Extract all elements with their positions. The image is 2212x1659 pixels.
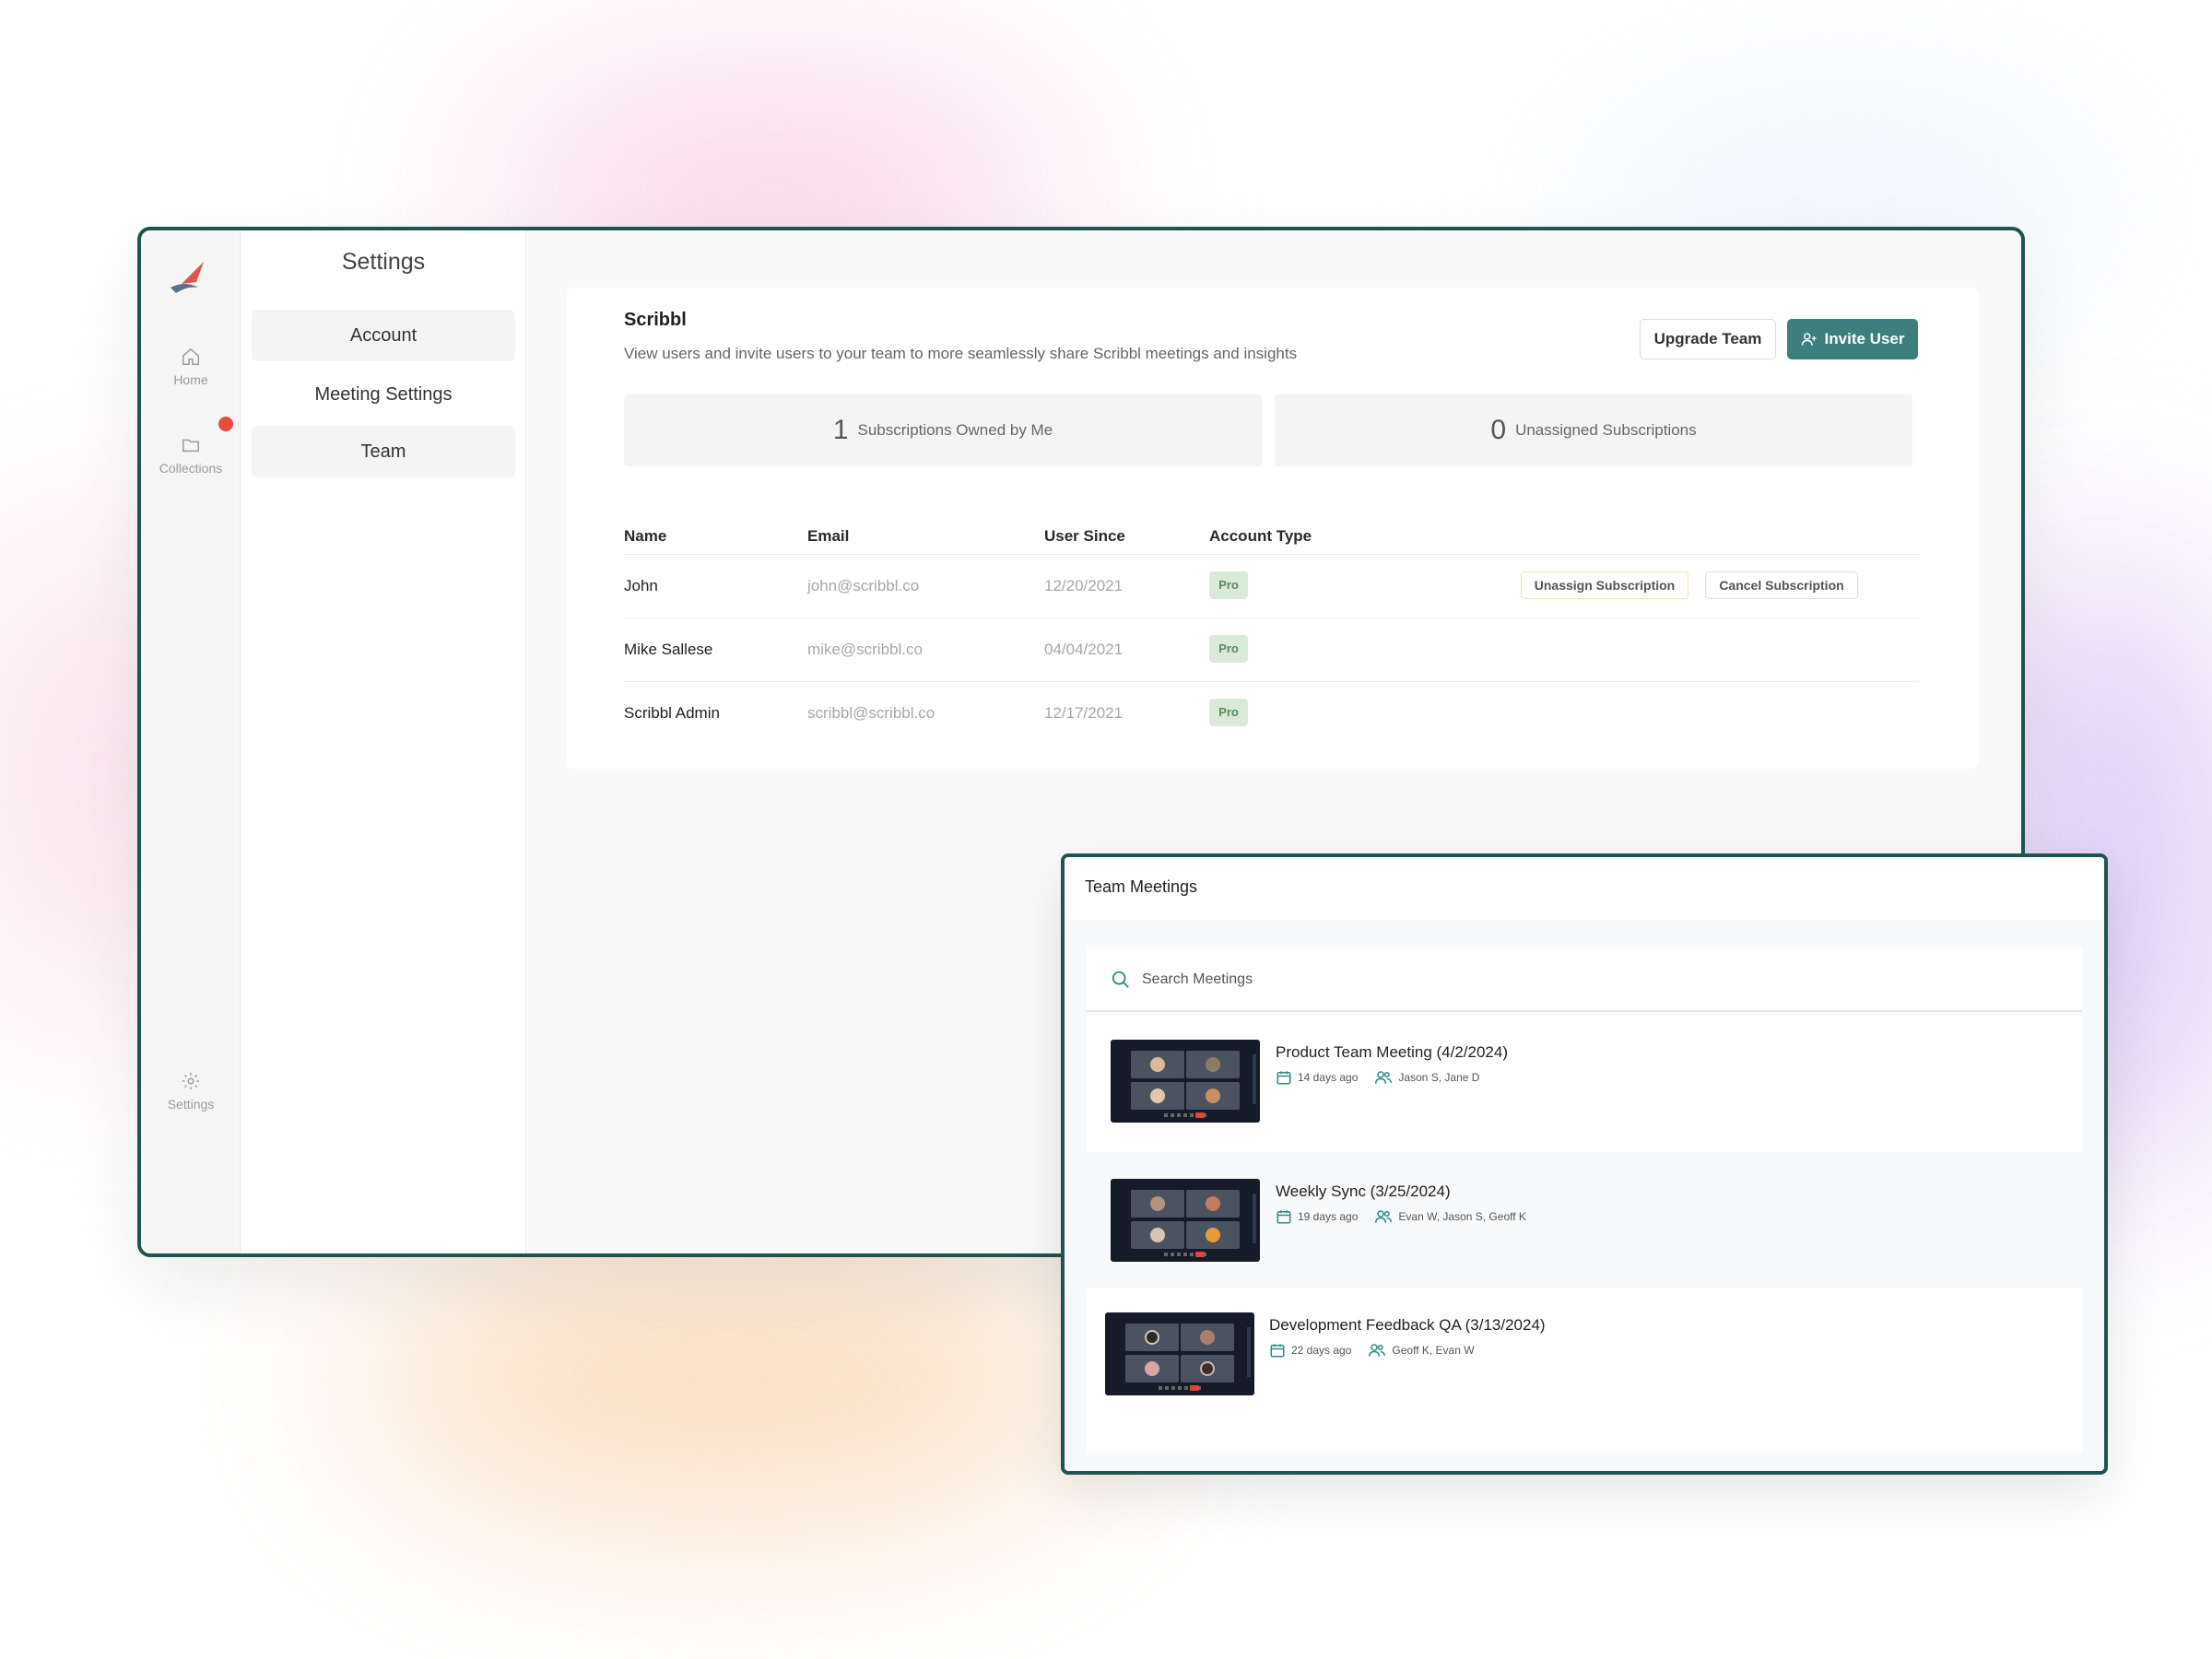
users-icon: [1369, 1344, 1386, 1357]
user-since: 04/04/2021: [1044, 641, 1124, 658]
invite-user-button[interactable]: Invite User: [1787, 319, 1918, 359]
meeting-meta: 14 days ago Jason S, Jane D: [1276, 1069, 1479, 1086]
stat-owned-subscriptions: 1 Subscriptions Owned by Me: [624, 394, 1262, 466]
stat-unassigned-subscriptions: 0 Unassigned Subscriptions: [1275, 394, 1912, 466]
table-row: Scribbl Admin scribbl@scribbl.co 12/17/2…: [624, 682, 1920, 746]
team-title: Scribbl: [624, 310, 687, 330]
add-user-icon: [1801, 333, 1817, 346]
account-type-badge: Pro: [1209, 635, 1248, 663]
settings-nav-account[interactable]: Account: [252, 310, 515, 361]
meeting-age: 19 days ago: [1298, 1210, 1359, 1223]
meeting-title: Product Team Meeting (4/2/2024): [1276, 1043, 1508, 1061]
upgrade-team-button[interactable]: Upgrade Team: [1640, 319, 1776, 359]
meeting-meta: 19 days ago Evan W, Jason S, Geoff K: [1276, 1208, 1526, 1225]
search-meetings-input[interactable]: [1142, 964, 1695, 995]
meeting-title: Weekly Sync (3/25/2024): [1276, 1182, 1451, 1200]
team-card: Scribbl View users and invite users to y…: [567, 288, 1979, 769]
settings-nav-meeting-settings[interactable]: Meeting Settings: [252, 369, 515, 420]
search-icon: [1112, 971, 1129, 988]
account-type-badge: Pro: [1209, 699, 1248, 726]
meeting-thumbnail: [1111, 1040, 1260, 1123]
list-item[interactable]: Development Feedback QA (3/13/2024) 22 d…: [1087, 1288, 2082, 1453]
account-type-badge: Pro: [1209, 571, 1248, 599]
meeting-thumbnail: [1111, 1179, 1260, 1262]
column-account-type: Account Type: [1209, 527, 1312, 545]
user-email: john@scribbl.co: [807, 577, 920, 594]
users-icon: [1375, 1210, 1393, 1223]
meeting-participants: Geoff K, Evan W: [1392, 1344, 1475, 1357]
settings-title: Settings: [341, 249, 426, 275]
column-email: Email: [807, 527, 850, 545]
team-meetings-title: Team Meetings: [1085, 877, 1198, 896]
user-name: John: [624, 577, 658, 594]
team-meetings-header: Team Meetings: [1065, 857, 2104, 920]
users-icon: [1375, 1071, 1393, 1084]
meeting-title: Development Feedback QA (3/13/2024): [1269, 1316, 1546, 1334]
settings-nav-team[interactable]: Team: [252, 426, 515, 477]
rail-item-settings[interactable]: Settings: [141, 1071, 241, 1112]
user-since: 12/17/2021: [1044, 704, 1124, 722]
meeting-participants: Jason S, Jane D: [1398, 1071, 1480, 1084]
list-item[interactable]: Weekly Sync (3/25/2024) 19 days ago Evan…: [1087, 1155, 2082, 1291]
column-name: Name: [624, 527, 667, 545]
scribbl-logo: [171, 262, 204, 293]
meeting-thumbnail: [1105, 1312, 1254, 1395]
home-icon: [182, 347, 199, 365]
gear-icon: [182, 1072, 200, 1090]
app-rail: Home Collections Settings: [141, 230, 241, 1253]
upgrade-team-label: Upgrade Team: [1653, 330, 1762, 347]
notification-dot: [218, 417, 233, 431]
stat-unassigned-label: Unassigned Subscriptions: [1515, 421, 1697, 439]
table-row: John john@scribbl.co 12/20/2021 Pro Unas…: [624, 555, 1920, 618]
user-since: 12/20/2021: [1044, 577, 1124, 594]
table-row: Mike Sallese mike@scribbl.co 04/04/2021 …: [624, 618, 1920, 682]
rail-item-home[interactable]: Home: [141, 347, 241, 387]
settings-nav: Settings Account Meeting Settings Team: [241, 230, 526, 1253]
meeting-age: 22 days ago: [1291, 1344, 1352, 1357]
calendar-icon: [1277, 1071, 1291, 1085]
rail-label-settings: Settings: [167, 1097, 215, 1112]
user-email: mike@scribbl.co: [807, 641, 923, 658]
folder-icon: [182, 439, 199, 453]
users-table-header: Name Email User Since Account Type: [624, 516, 1920, 555]
meeting-participants: Evan W, Jason S, Geoff K: [1398, 1210, 1526, 1223]
team-meetings-window: Team Meetings Product Team Meeting (4/2/…: [1061, 853, 2108, 1475]
user-name: Scribbl Admin: [624, 704, 720, 722]
invite-user-label: Invite User: [1824, 330, 1905, 347]
cancel-subscription-button[interactable]: Cancel Subscription: [1705, 571, 1858, 599]
rail-label-collections: Collections: [159, 461, 223, 476]
meeting-age: 14 days ago: [1298, 1071, 1359, 1084]
stat-owned-count: 1: [832, 415, 849, 445]
column-user-since: User Since: [1044, 527, 1125, 545]
user-name: Mike Sallese: [624, 641, 713, 658]
rail-label-home: Home: [173, 372, 208, 387]
stat-owned-label: Subscriptions Owned by Me: [857, 421, 1053, 439]
team-subtitle: View users and invite users to your team…: [624, 345, 1298, 362]
calendar-icon: [1277, 1210, 1291, 1224]
stat-unassigned-count: 0: [1490, 415, 1507, 445]
meeting-meta: 22 days ago Geoff K, Evan W: [1269, 1342, 1475, 1359]
list-item[interactable]: Product Team Meeting (4/2/2024) 14 days …: [1087, 1016, 2082, 1152]
search-bar: [1087, 947, 2082, 1012]
unassign-subscription-button[interactable]: Unassign Subscription: [1521, 571, 1688, 599]
rail-item-collections[interactable]: Collections: [141, 435, 241, 476]
calendar-icon: [1270, 1344, 1285, 1358]
user-email: scribbl@scribbl.co: [807, 704, 935, 722]
